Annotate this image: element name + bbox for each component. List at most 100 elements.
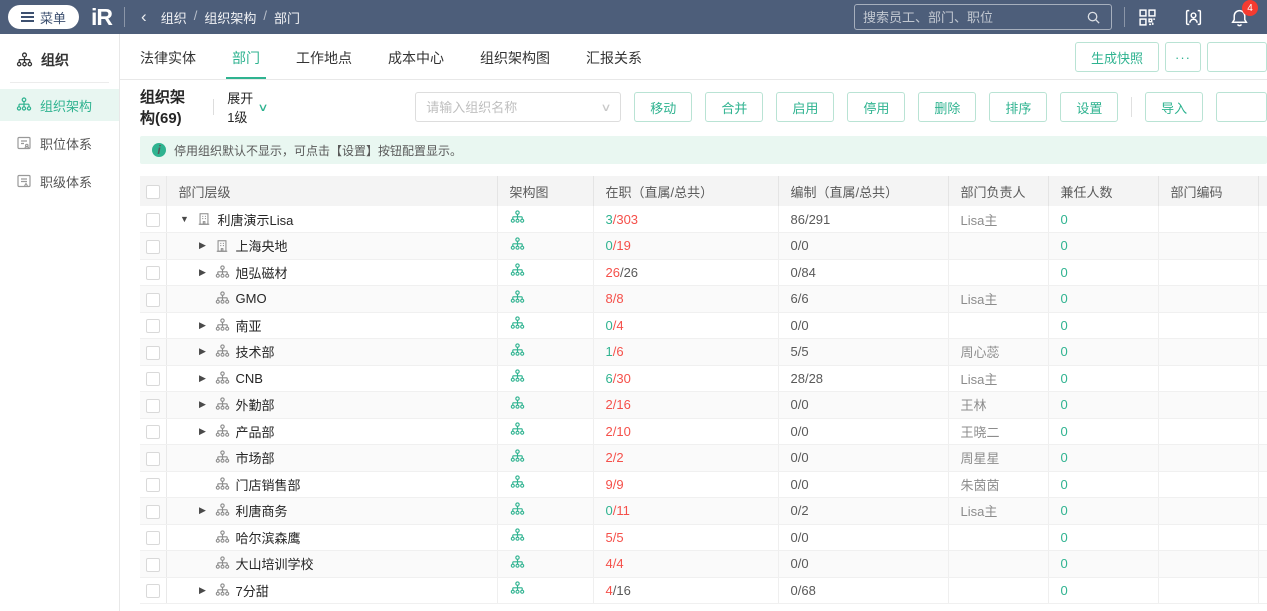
org-chart-icon[interactable] [510,475,525,490]
expand-toggle-icon[interactable]: ▶ [197,240,209,251]
enable-button[interactable]: 启用 [776,92,835,122]
org-name[interactable]: 利唐商务 [236,501,288,520]
expand-toggle-icon[interactable]: ▼ [179,214,191,224]
expand-toggle-icon[interactable]: ▶ [197,399,209,410]
org-chart-icon[interactable] [510,369,525,384]
org-name[interactable]: 产品部 [236,422,275,441]
row-checkbox[interactable] [145,345,160,360]
breadcrumb-item-org[interactable]: 组织 [161,8,187,27]
org-name[interactable]: 7分甜 [236,581,269,600]
row-checkbox[interactable] [145,451,160,466]
org-name[interactable]: 市场部 [236,448,275,467]
breadcrumb-item-department[interactable]: 部门 [274,8,300,27]
row-checkbox[interactable] [145,531,160,546]
expand-toggle-icon[interactable]: ▶ [197,346,209,357]
active-count: 6/30 [593,365,779,392]
notifications-bell-icon[interactable]: 4 [1229,0,1258,27]
org-chart-icon[interactable] [510,263,525,278]
contacts-icon[interactable] [1183,7,1203,27]
merge-button[interactable]: 合并 [705,92,764,122]
row-checkbox[interactable] [145,425,160,440]
sidebar-item-org-structure[interactable]: 组织架构 [0,89,119,121]
row-checkbox[interactable] [145,398,160,413]
search-icon[interactable] [1083,7,1103,27]
row-checkbox[interactable] [145,266,160,281]
org-name[interactable]: 利唐演示Lisa [218,210,294,229]
row-checkbox[interactable] [145,239,160,254]
org-name[interactable]: 大山培训学校 [236,554,314,573]
expand-toggle-icon[interactable]: ▶ [197,426,209,437]
sidebar-item-grade-system[interactable]: 职级体系 [0,165,119,197]
row-checkbox[interactable] [145,557,160,572]
import-button[interactable]: 导入 [1145,92,1204,122]
delete-button[interactable]: 删除 [918,92,977,122]
global-search[interactable] [854,4,1112,30]
org-chart-icon[interactable] [510,396,525,411]
org-name-select[interactable]: ∨ [415,92,622,122]
org-chart-icon[interactable] [510,528,525,543]
back-button[interactable]: ‹ [141,7,147,27]
row-checkbox[interactable] [145,372,160,387]
more-actions-button[interactable]: ··· [1165,42,1201,72]
row-checkbox[interactable] [145,212,160,227]
menu-button[interactable]: 菜单 [8,5,80,29]
expand-level-dropdown[interactable]: 展开1级 ∨ [227,88,269,126]
org-chart-icon[interactable] [510,449,525,464]
active-count: 0/11 [593,497,779,525]
org-name[interactable]: 技术部 [236,342,275,361]
org-chart-icon[interactable] [510,210,525,225]
org-name[interactable]: 门店销售部 [236,475,301,494]
row-checkbox[interactable] [145,319,160,334]
clipped-cell [1258,206,1267,233]
qr-code-icon[interactable] [1137,7,1157,27]
expand-toggle-icon[interactable]: ▶ [197,585,209,596]
org-name[interactable]: 旭弘磁材 [236,263,288,282]
expand-toggle-icon[interactable]: ▶ [197,505,209,516]
org-chart-icon[interactable] [510,502,525,517]
org-chart-icon[interactable] [510,237,525,252]
tab-department[interactable]: 部门 [226,35,266,79]
org-chart-icon[interactable] [510,290,525,305]
concurrent-count: 0 [1048,497,1159,525]
row-checkbox[interactable] [145,584,160,599]
org-name[interactable]: 外勤部 [236,395,275,414]
tab-work-location[interactable]: 工作地点 [296,35,352,79]
sort-button[interactable]: 排序 [989,92,1048,122]
manager-name: Lisa主 [948,365,1049,392]
clipped-cell [1258,338,1267,366]
clipped-toolbar-button[interactable] [1216,92,1267,122]
org-chart-icon[interactable] [510,581,525,596]
row-checkbox[interactable] [145,292,160,307]
org-name[interactable]: 上海央地 [236,236,288,255]
row-checkbox[interactable] [145,478,160,493]
clipped-action-button[interactable] [1207,42,1267,72]
expand-toggle-icon[interactable]: ▶ [197,373,209,384]
tab-org-chart[interactable]: 组织架构图 [480,35,550,79]
org-name[interactable]: GMO [236,291,267,306]
org-chart-icon[interactable] [510,555,525,570]
tab-reporting[interactable]: 汇报关系 [586,35,642,79]
dept-code [1158,206,1259,233]
expand-toggle-icon[interactable]: ▶ [197,320,209,331]
org-chart-icon[interactable] [510,316,525,331]
expand-toggle-icon[interactable]: ▶ [197,267,209,278]
org-name[interactable]: 哈尔滨森鹰 [236,528,301,547]
breadcrumb-item-structure[interactable]: 组织架构 [204,8,256,27]
tab-cost-center[interactable]: 成本中心 [388,35,444,79]
tab-legal-entity[interactable]: 法律实体 [140,35,196,79]
sidebar-item-position-system[interactable]: 职位体系 [0,127,119,159]
global-search-input[interactable] [863,9,1083,25]
generate-snapshot-button[interactable]: 生成快照 [1074,42,1159,72]
toolbar-divider [1131,97,1133,117]
org-chart-icon[interactable] [510,343,525,358]
settings-button[interactable]: 设置 [1060,92,1119,122]
org-name-input[interactable] [426,99,603,115]
org-name[interactable]: 南亚 [236,316,262,335]
move-button[interactable]: 移动 [634,92,693,122]
disable-button[interactable]: 停用 [847,92,906,122]
row-checkbox[interactable] [145,504,160,519]
org-chart-icon[interactable] [510,422,525,437]
department-icon [215,424,230,439]
org-name[interactable]: CNB [236,371,263,386]
select-all-checkbox[interactable] [145,184,160,199]
